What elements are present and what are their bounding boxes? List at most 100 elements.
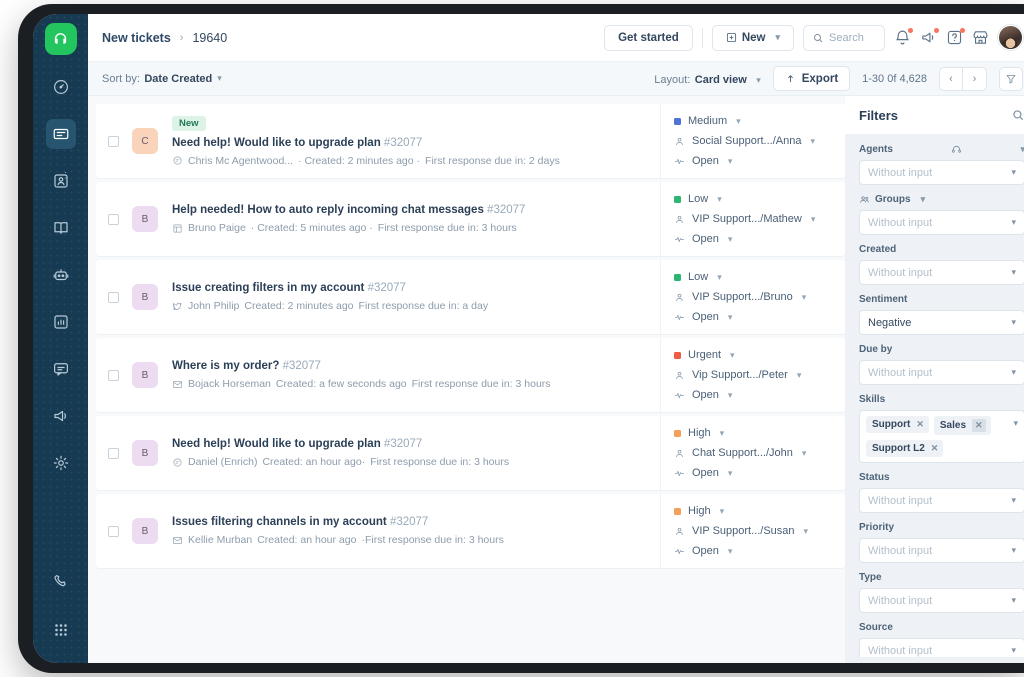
- ticket-title-row[interactable]: Help needed! How to auto reply incoming …: [172, 204, 650, 216]
- ticket-priority[interactable]: Medium ▾: [674, 115, 835, 127]
- ticket-card[interactable]: C New Need help! Would like to upgrade pla…: [96, 104, 845, 178]
- sidebar-item-campaigns[interactable]: [46, 401, 76, 431]
- chevron-down-icon[interactable]: ▾: [217, 73, 222, 84]
- chevron-down-icon: ▾: [1011, 495, 1016, 505]
- sidebar-item-analytics[interactable]: [46, 307, 76, 337]
- ticket-avatar: C: [132, 128, 158, 154]
- ticket-card[interactable]: B Need help! Would like to upgrade plan #…: [96, 416, 845, 490]
- sidebar-item-contacts[interactable]: ⋮: [46, 166, 76, 196]
- ticket-checkbox[interactable]: [108, 525, 119, 537]
- get-started-button[interactable]: Get started: [604, 24, 693, 51]
- filter-select[interactable]: Without input ▾: [859, 638, 1024, 657]
- ticket-card[interactable]: B Issue creating filters in my account #3…: [96, 260, 845, 334]
- group-label: VIP Support.../Susan: [692, 525, 795, 537]
- filter-select[interactable]: Without input ▾: [859, 360, 1024, 385]
- notifications-bell-button[interactable]: [894, 28, 913, 46]
- announcements-button[interactable]: [920, 28, 939, 46]
- sidebar-item-tickets[interactable]: [45, 119, 76, 149]
- status-label: Open: [692, 389, 719, 401]
- ticket-card[interactable]: B Help needed! How to auto reply incoming…: [96, 182, 845, 256]
- ticket-checkbox[interactable]: [108, 213, 119, 225]
- sidebar-item-knowledge-base[interactable]: [46, 213, 76, 243]
- ticket-card[interactable]: B Where is my order? #32077 Bojack Horsema…: [96, 338, 845, 412]
- header-divider: [701, 27, 703, 48]
- filter-select[interactable]: Without input ▾: [859, 488, 1024, 513]
- filters-search-button[interactable]: [1011, 108, 1024, 122]
- ticket-group[interactable]: Chat Support.../John ▾: [674, 447, 835, 459]
- ticket-status[interactable]: Open ▾: [674, 389, 835, 401]
- ticket-status[interactable]: Open ▾: [674, 233, 835, 245]
- chevron-down-icon: ▾: [727, 389, 733, 400]
- chip-remove-icon[interactable]: ✕: [916, 419, 924, 430]
- next-page-button[interactable]: ›: [963, 66, 987, 91]
- ticket-priority[interactable]: High ▾: [674, 427, 835, 439]
- filter-select[interactable]: Without input ▾: [859, 260, 1024, 285]
- filter-select[interactable]: Negative ▾: [859, 310, 1024, 335]
- ticket-status[interactable]: Open ▾: [674, 467, 835, 479]
- ticket-priority[interactable]: Urgent ▾: [674, 349, 835, 361]
- ticket-meta: Daniel (Enrich) Created: an hour ago· Firs…: [172, 456, 650, 468]
- marketplace-button[interactable]: [972, 29, 989, 46]
- ticket-group[interactable]: VIP Support.../Susan ▾: [674, 525, 835, 537]
- ticket-group[interactable]: Social Support.../Anna ▾: [674, 135, 835, 147]
- sidebar-item-automation[interactable]: [46, 260, 76, 290]
- filter-chip[interactable]: Sales ✕: [933, 416, 991, 435]
- ticket-checkbox[interactable]: [108, 135, 119, 147]
- help-button[interactable]: [946, 28, 965, 46]
- ticket-group[interactable]: VIP Support.../Mathew ▾: [674, 213, 835, 225]
- ticket-status[interactable]: Open ▾: [674, 545, 835, 557]
- chat-bubble-icon: [172, 155, 183, 166]
- chevron-down-icon[interactable]: ▾: [1020, 144, 1024, 155]
- filter-chips-input[interactable]: Support ✕ Sales ✕ Support L2 ✕ ▾: [859, 410, 1024, 463]
- export-button[interactable]: Export: [772, 66, 851, 91]
- filter-select[interactable]: Without input ▾: [859, 538, 1024, 563]
- filter-toggle-button[interactable]: [999, 66, 1023, 91]
- new-button[interactable]: New ▾: [711, 24, 794, 51]
- sidebar-item-phone[interactable]: [46, 567, 76, 597]
- chip-remove-icon[interactable]: ✕: [931, 443, 939, 454]
- filter-chip[interactable]: Support L2 ✕: [866, 440, 944, 457]
- sidebar-item-dashboard[interactable]: [46, 72, 76, 102]
- ticket-group[interactable]: Vip Support.../Peter ▾: [674, 369, 835, 381]
- chip-remove-icon[interactable]: ✕: [972, 419, 986, 432]
- ticket-meta: Kellie Murban Created: an hour ago ·First …: [172, 534, 650, 546]
- filter-select[interactable]: Without input ▾: [859, 210, 1024, 235]
- twitter-icon: [172, 301, 183, 312]
- sort-by-value[interactable]: Date Created: [144, 73, 212, 85]
- ticket-priority[interactable]: Low ▾: [674, 271, 835, 283]
- ticket-checkbox[interactable]: [108, 447, 119, 459]
- pulse-icon: [674, 312, 685, 323]
- ticket-title-row[interactable]: Where is my order? #32077: [172, 360, 650, 372]
- ticket-checkbox[interactable]: [108, 369, 119, 381]
- search-input[interactable]: Search: [803, 24, 885, 51]
- ticket-group[interactable]: VIP Support.../Bruno ▾: [674, 291, 835, 303]
- sidebar-item-settings[interactable]: [46, 448, 76, 478]
- prev-page-button[interactable]: ‹: [939, 66, 963, 91]
- ticket-priority[interactable]: High ▾: [674, 505, 835, 517]
- ticket-checkbox[interactable]: [108, 291, 119, 303]
- ticket-title-row[interactable]: Need help! Would like to upgrade plan #3…: [172, 137, 650, 149]
- ticket-priority[interactable]: Low ▾: [674, 193, 835, 205]
- sidebar-item-chat[interactable]: [46, 354, 76, 384]
- ticket-title-row[interactable]: Issues filtering channels in my account …: [172, 516, 650, 528]
- group-label: VIP Support.../Bruno: [692, 291, 793, 303]
- filter-group-priority: Priority Without input ▾: [859, 522, 1024, 563]
- sidebar-more-dots[interactable]: ⋮: [62, 172, 70, 180]
- ticket-title-row[interactable]: Issue creating filters in my account #32…: [172, 282, 650, 294]
- filter-select[interactable]: Without input ▾: [859, 588, 1024, 613]
- sidebar-item-dialpad[interactable]: [46, 615, 76, 645]
- ticket-status[interactable]: Open ▾: [674, 311, 835, 323]
- chevron-down-icon[interactable]: ▾: [921, 194, 926, 205]
- filter-label-row: Source: [859, 622, 1024, 633]
- ticket-card-left: B: [96, 260, 158, 334]
- chevron-down-icon[interactable]: ▾: [1013, 418, 1018, 429]
- ticket-title-row[interactable]: Need help! Would like to upgrade plan #3…: [172, 438, 650, 450]
- avatar[interactable]: [998, 25, 1023, 50]
- layout-selector[interactable]: Layout: Card view ▾: [654, 70, 761, 88]
- filter-chip[interactable]: Support ✕: [866, 416, 929, 433]
- ticket-created: · Created: 2 minutes ago ·: [298, 154, 421, 167]
- filter-select[interactable]: Without input ▾: [859, 160, 1024, 185]
- ticket-card[interactable]: B Issues filtering channels in my account…: [96, 494, 845, 568]
- ticket-status[interactable]: Open ▾: [674, 155, 835, 167]
- breadcrumb-root[interactable]: New tickets: [102, 31, 171, 45]
